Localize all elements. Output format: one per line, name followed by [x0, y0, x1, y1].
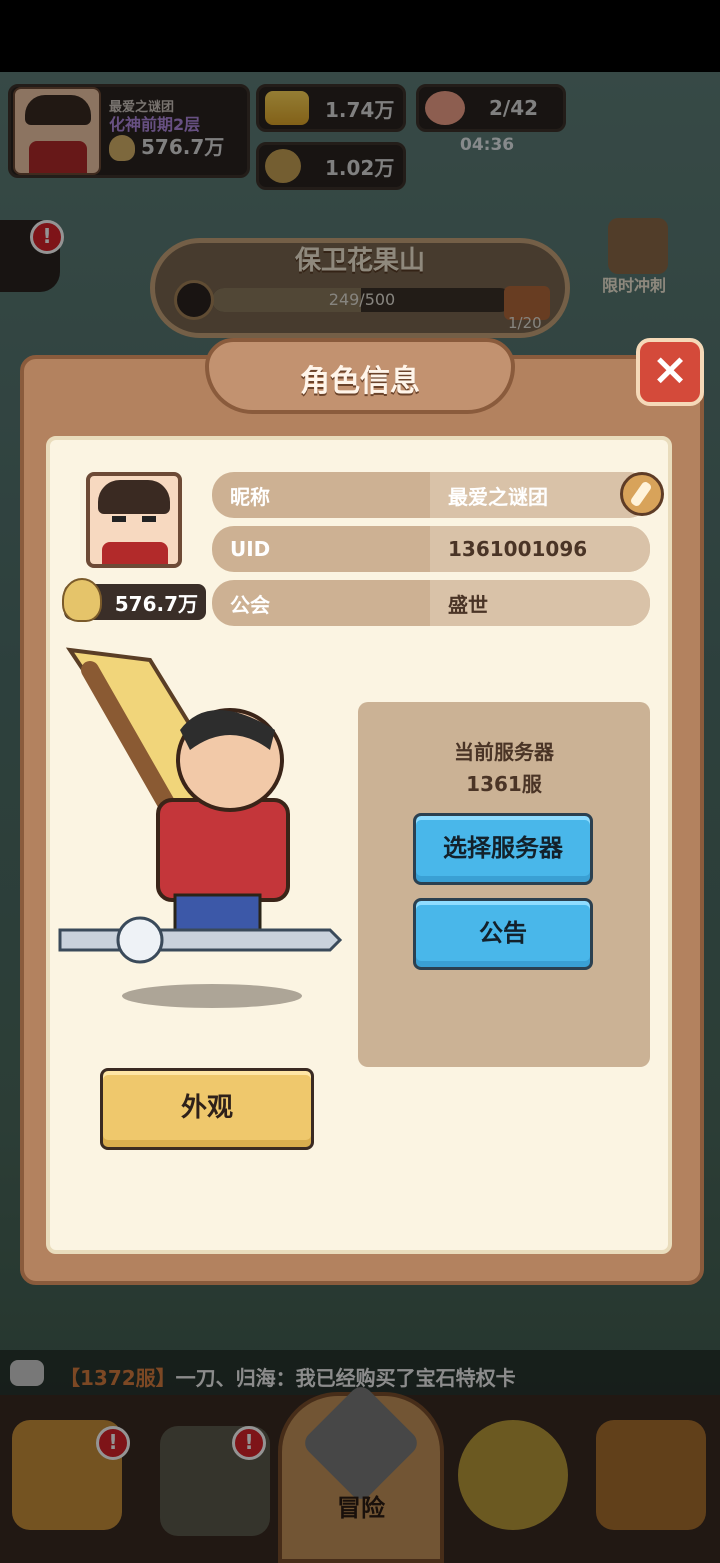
edit-name-button[interactable] — [620, 472, 664, 516]
power-badge: 576.7万 — [62, 578, 206, 622]
select-server-button[interactable]: 选择服务器 — [413, 813, 593, 885]
uid-key: UID — [230, 537, 271, 561]
appearance-button[interactable]: 外观 — [100, 1068, 314, 1150]
character-illustration — [40, 640, 350, 1020]
power-shield-icon — [62, 578, 102, 622]
character-avatar — [86, 472, 182, 568]
uid-value: 1361001096 — [430, 526, 650, 572]
close-icon: × — [651, 344, 689, 395]
nickname-key: 昵称 — [230, 484, 270, 509]
close-button[interactable]: × — [636, 338, 704, 406]
notice-button[interactable]: 公告 — [413, 898, 593, 970]
brush-icon — [629, 480, 653, 508]
current-server-label: 当前服务器 — [454, 740, 554, 764]
guild-row: 公会 盛世 — [212, 580, 650, 626]
guild-value: 盛世 — [430, 580, 650, 626]
uid-row: UID 1361001096 — [212, 526, 650, 572]
nickname-value: 最爱之谜团 — [430, 472, 650, 518]
nickname-row: 昵称 最爱之谜团 — [212, 472, 650, 518]
current-server-value: 1361服 — [466, 772, 542, 796]
power-value: 576.7万 — [114, 591, 198, 616]
guild-key: 公会 — [230, 592, 270, 617]
modal-title: 角色信息 — [300, 364, 420, 399]
